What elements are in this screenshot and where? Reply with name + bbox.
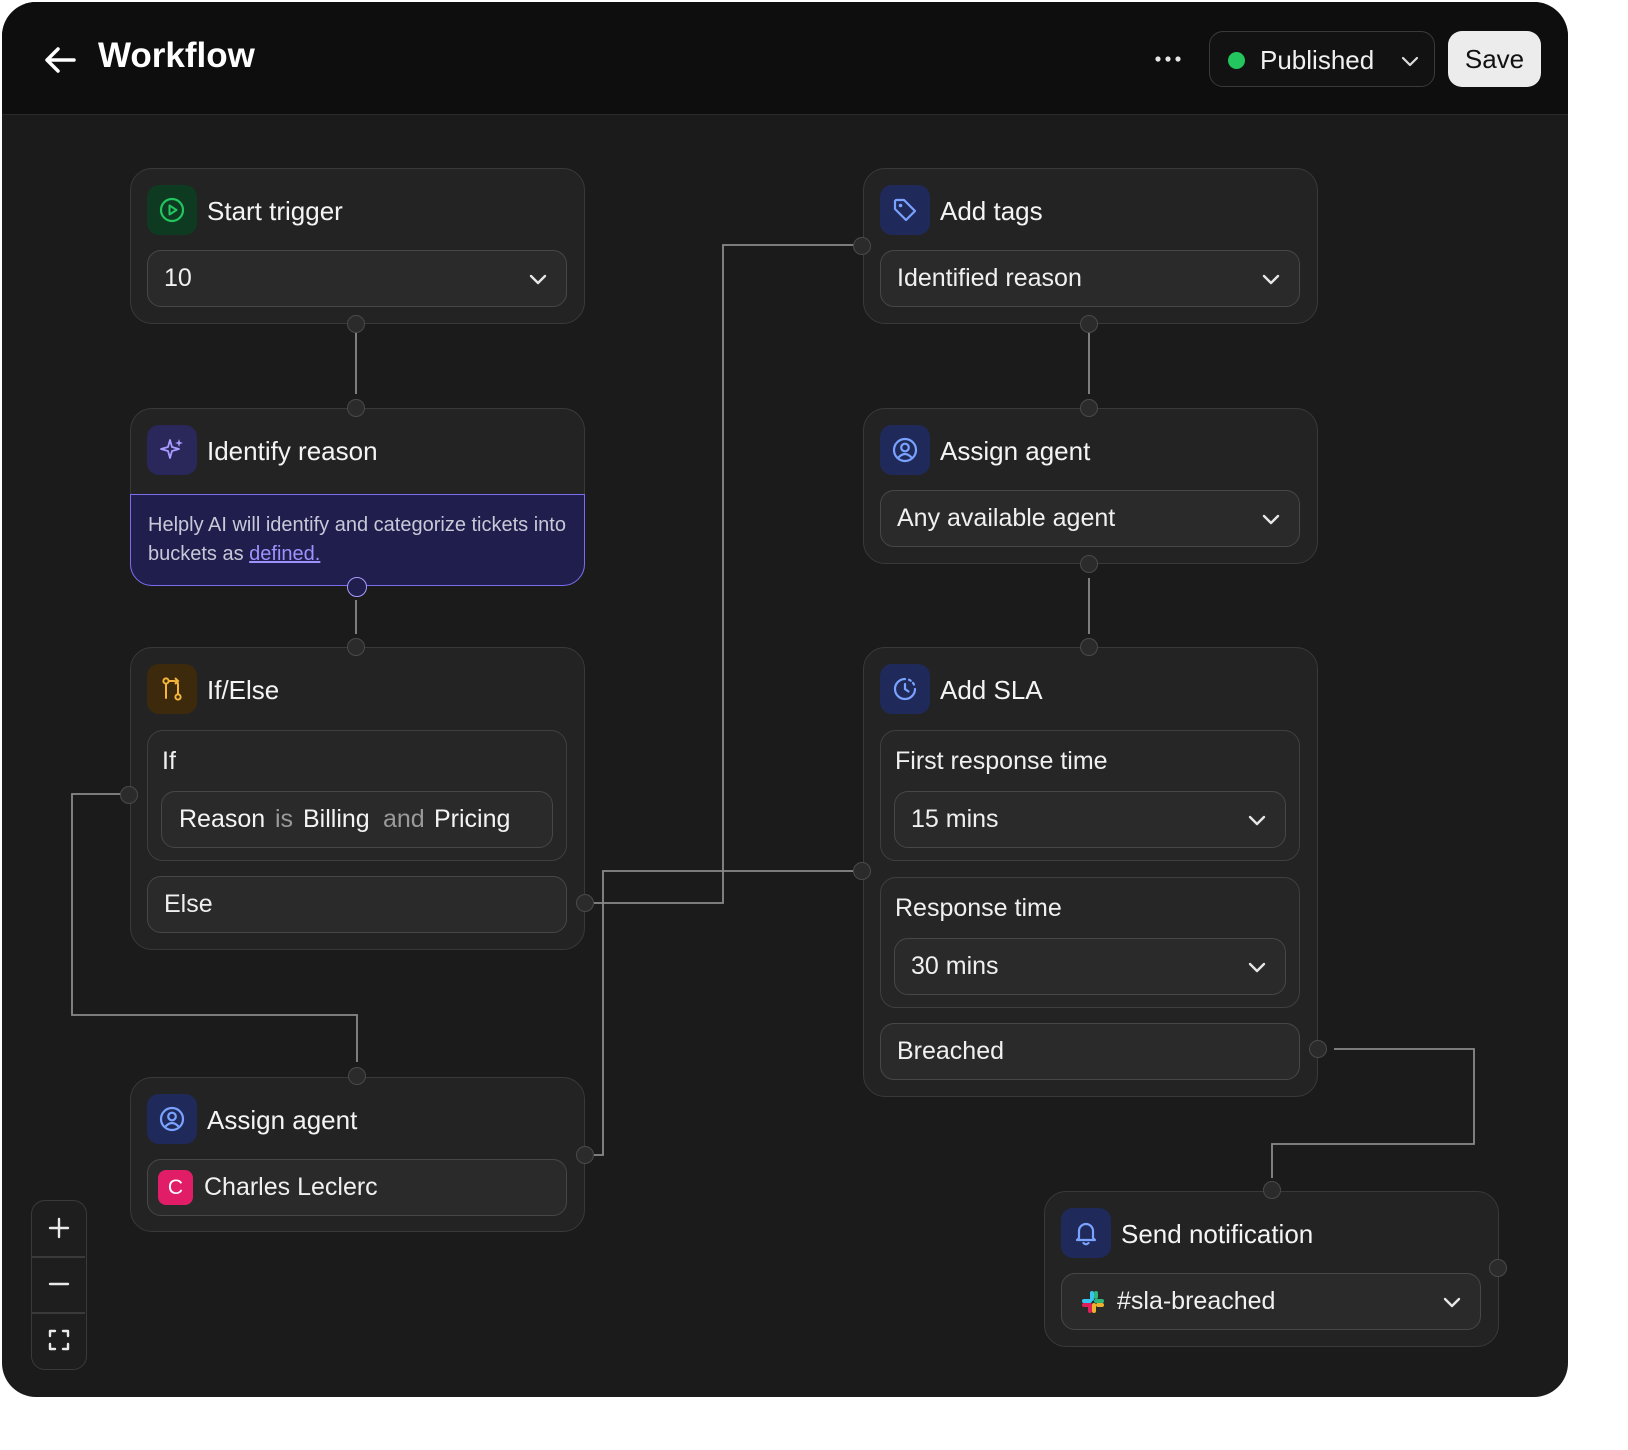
plus-icon bbox=[48, 1217, 70, 1239]
agent-name: Charles Leclerc bbox=[204, 1173, 378, 1201]
trigger-select[interactable]: 10 bbox=[147, 250, 567, 307]
output-port[interactable] bbox=[347, 577, 367, 597]
breached-branch[interactable]: Breached bbox=[880, 1023, 1300, 1080]
chevron-down-icon bbox=[1443, 1297, 1461, 1308]
response-time-select[interactable]: 30 mins bbox=[894, 938, 1286, 995]
assign-agent-node-right[interactable]: Assign agent Any available agent bbox=[863, 408, 1318, 564]
clock-icon bbox=[880, 664, 930, 714]
first-response-section: First response time 15 mins bbox=[880, 730, 1300, 861]
user-circle-icon bbox=[147, 1094, 197, 1144]
send-notification-node[interactable]: Send notification #sla-breached bbox=[1044, 1191, 1499, 1347]
output-port[interactable] bbox=[1080, 555, 1098, 573]
git-branch-icon bbox=[147, 664, 197, 714]
workflow-window: Workflow Published Save Start trigger 10… bbox=[2, 2, 1568, 1397]
response-time-section: Response time 30 mins bbox=[880, 877, 1300, 1008]
input-port[interactable] bbox=[853, 237, 871, 255]
add-tags-node[interactable]: Add tags Identified reason bbox=[863, 168, 1318, 324]
chevron-down-icon bbox=[1262, 514, 1280, 525]
input-port[interactable] bbox=[347, 399, 365, 417]
condition-value-1: Billing bbox=[303, 805, 370, 833]
fit-view-button[interactable] bbox=[32, 1313, 85, 1369]
if-output-port[interactable] bbox=[120, 786, 138, 804]
condition-conjunction: and bbox=[383, 805, 425, 833]
ai-description-text: Helply AI will identify and categorize t… bbox=[148, 514, 566, 565]
minus-icon bbox=[48, 1282, 70, 1286]
zoom-out-button[interactable] bbox=[32, 1257, 85, 1313]
sparkles-icon bbox=[147, 425, 197, 475]
input-port[interactable] bbox=[347, 638, 365, 656]
output-port[interactable] bbox=[347, 315, 365, 333]
slack-icon bbox=[1082, 1291, 1104, 1313]
ai-description: Helply AI will identify and categorize t… bbox=[148, 511, 568, 569]
node-title: Assign agent bbox=[207, 1105, 358, 1135]
input-port[interactable] bbox=[1080, 638, 1098, 656]
assign-agent-node-left[interactable]: Assign agent C Charles Leclerc bbox=[130, 1077, 585, 1232]
condition-chip[interactable]: Reason is Billing and Pricing bbox=[161, 791, 553, 848]
tags-value: Identified reason bbox=[897, 264, 1082, 292]
node-title: Add SLA bbox=[940, 675, 1043, 705]
condition-field: Reason bbox=[179, 805, 266, 833]
response-time-value: 30 mins bbox=[911, 952, 999, 980]
chevron-down-icon bbox=[1248, 815, 1266, 826]
node-title: Add tags bbox=[940, 196, 1043, 226]
input-port[interactable] bbox=[1080, 399, 1098, 417]
output-port[interactable] bbox=[576, 1146, 594, 1164]
zoom-in-button[interactable] bbox=[32, 1201, 85, 1257]
add-sla-node[interactable]: Add SLA First response time 15 mins Resp… bbox=[863, 647, 1318, 1097]
play-circle-icon bbox=[147, 185, 197, 235]
trigger-value: 10 bbox=[164, 264, 192, 292]
output-port[interactable] bbox=[1080, 315, 1098, 333]
input-port[interactable] bbox=[1263, 1181, 1281, 1199]
input-port[interactable] bbox=[348, 1067, 366, 1085]
user-circle-icon bbox=[880, 425, 930, 475]
agent-value: Any available agent bbox=[897, 504, 1116, 532]
if-label: If bbox=[162, 747, 176, 775]
channel-name: #sla-breached bbox=[1117, 1287, 1276, 1315]
agent-select[interactable]: C Charles Leclerc bbox=[147, 1159, 567, 1216]
else-branch[interactable]: Else bbox=[147, 876, 567, 933]
first-response-label: First response time bbox=[895, 747, 1108, 775]
first-response-value: 15 mins bbox=[911, 805, 999, 833]
output-port[interactable] bbox=[1489, 1259, 1507, 1277]
node-title: Send notification bbox=[1121, 1219, 1314, 1249]
zoom-controls bbox=[31, 1200, 87, 1370]
chevron-down-icon bbox=[1262, 274, 1280, 285]
node-title: If/Else bbox=[207, 675, 280, 705]
tag-icon bbox=[880, 185, 930, 235]
breached-label: Breached bbox=[897, 1037, 1005, 1065]
chevron-down-icon bbox=[1248, 962, 1266, 973]
avatar: C bbox=[158, 1170, 193, 1205]
agent-select[interactable]: Any available agent bbox=[880, 490, 1300, 547]
chevron-down-icon bbox=[529, 274, 547, 285]
ai-description-box: Helply AI will identify and categorize t… bbox=[130, 494, 585, 586]
response-time-label: Response time bbox=[895, 894, 1062, 922]
fullscreen-icon bbox=[48, 1329, 70, 1351]
tags-select[interactable]: Identified reason bbox=[880, 250, 1300, 307]
else-output-port[interactable] bbox=[576, 894, 594, 912]
first-response-select[interactable]: 15 mins bbox=[894, 791, 1286, 848]
breached-output-port[interactable] bbox=[1309, 1040, 1327, 1058]
channel-select[interactable]: #sla-breached bbox=[1061, 1273, 1481, 1330]
bell-icon bbox=[1061, 1208, 1111, 1258]
condition-value-2: Pricing bbox=[434, 805, 511, 833]
node-title: Assign agent bbox=[940, 436, 1091, 466]
defined-link[interactable]: defined. bbox=[249, 543, 320, 565]
start-trigger-node[interactable]: Start trigger 10 bbox=[130, 168, 585, 324]
node-title: Identify reason bbox=[207, 436, 378, 466]
else-label: Else bbox=[164, 890, 213, 918]
node-title: Start trigger bbox=[207, 196, 343, 226]
condition-operator: is bbox=[275, 805, 294, 833]
input-port[interactable] bbox=[853, 862, 871, 880]
